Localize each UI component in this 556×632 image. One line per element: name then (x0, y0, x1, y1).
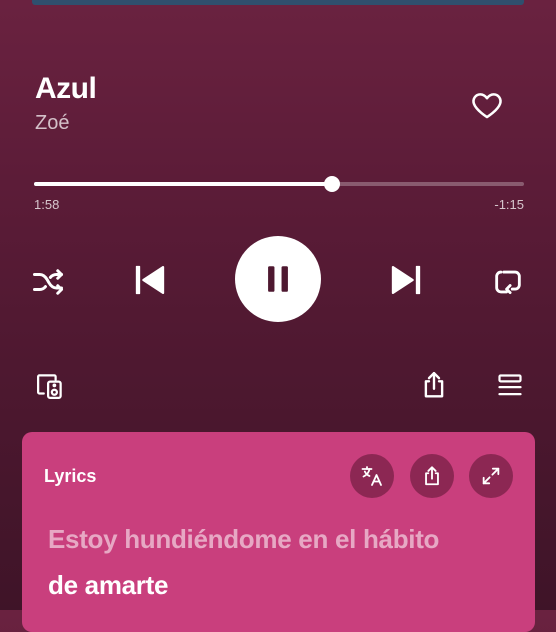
elapsed-time: 1:58 (34, 197, 60, 212)
pause-icon (268, 266, 288, 292)
expand-icon (482, 467, 500, 485)
connect-device-icon (37, 374, 62, 399)
queue-icon (498, 374, 522, 396)
share-button[interactable] (418, 368, 450, 402)
artist-name[interactable]: Zoé (35, 112, 69, 135)
remaining-time: -1:15 (494, 197, 524, 212)
like-button[interactable] (470, 88, 504, 122)
progress-fill (34, 182, 332, 186)
lyrics-share-button[interactable] (410, 454, 454, 498)
skip-next-icon (391, 265, 421, 295)
lyrics-label: Lyrics (44, 466, 97, 486)
lyrics-card[interactable]: Lyrics Estoy hundiéndome en el hábito de… (22, 432, 535, 632)
heart-icon (472, 93, 502, 119)
repeat-icon (495, 270, 521, 295)
previous-button[interactable] (130, 260, 170, 300)
connect-device-button[interactable] (34, 370, 66, 402)
shuffle-button[interactable] (30, 264, 66, 300)
play-pause-button[interactable] (235, 236, 321, 322)
lyric-line: Estoy hundiéndome en el hábito (48, 524, 440, 554)
progress-thumb[interactable] (323, 176, 340, 192)
share-icon (425, 466, 439, 486)
queue-button[interactable] (494, 370, 526, 402)
track-title[interactable]: Azul (35, 72, 97, 106)
translate-icon (361, 466, 382, 486)
skip-previous-icon (135, 265, 165, 295)
translate-button[interactable] (350, 454, 394, 498)
shuffle-icon (33, 269, 63, 295)
share-icon (424, 371, 444, 398)
lyric-line-current: de amarte (48, 570, 169, 600)
repeat-button[interactable] (490, 264, 526, 300)
progress-bar[interactable] (34, 176, 524, 192)
expand-lyrics-button[interactable] (469, 454, 513, 498)
album-art-edge (32, 0, 524, 5)
next-button[interactable] (386, 260, 426, 300)
